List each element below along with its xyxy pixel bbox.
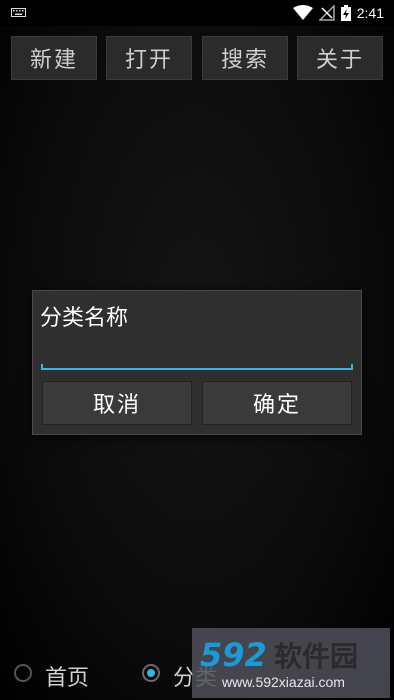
dialog-title: 分类名称 [40, 306, 129, 331]
svg-text:592: 592 [200, 636, 267, 672]
home-tab-label[interactable]: 首页 [45, 660, 89, 692]
new-button[interactable]: 新建 [11, 36, 97, 80]
category-name-dialog: 分类名称 取消 确定 [32, 290, 362, 435]
keyboard-icon [11, 8, 26, 17]
toolbar: 新建 打开 搜索 关于 [0, 36, 394, 82]
home-radio[interactable] [14, 664, 32, 682]
svg-text:软件园: 软件园 [274, 640, 358, 672]
battery-charging-icon [340, 5, 351, 21]
category-name-input[interactable] [41, 339, 357, 371]
wifi-icon [292, 5, 313, 20]
watermark-url: www.592xiazai.com [222, 674, 345, 690]
watermark: 592 软件园 www.592xiazai.com [192, 628, 390, 698]
no-signal-icon [318, 5, 335, 21]
search-button[interactable]: 搜索 [202, 36, 288, 80]
watermark-logo: 592 软件园 [200, 636, 358, 672]
about-button[interactable]: 关于 [297, 36, 383, 80]
category-radio[interactable] [142, 664, 160, 682]
cancel-button[interactable]: 取消 [42, 381, 192, 425]
confirm-button[interactable]: 确定 [202, 381, 352, 425]
open-button[interactable]: 打开 [106, 36, 192, 80]
input-underline [41, 364, 353, 370]
clock: 2:41 [356, 5, 384, 21]
status-bar: 2:41 [0, 0, 394, 26]
